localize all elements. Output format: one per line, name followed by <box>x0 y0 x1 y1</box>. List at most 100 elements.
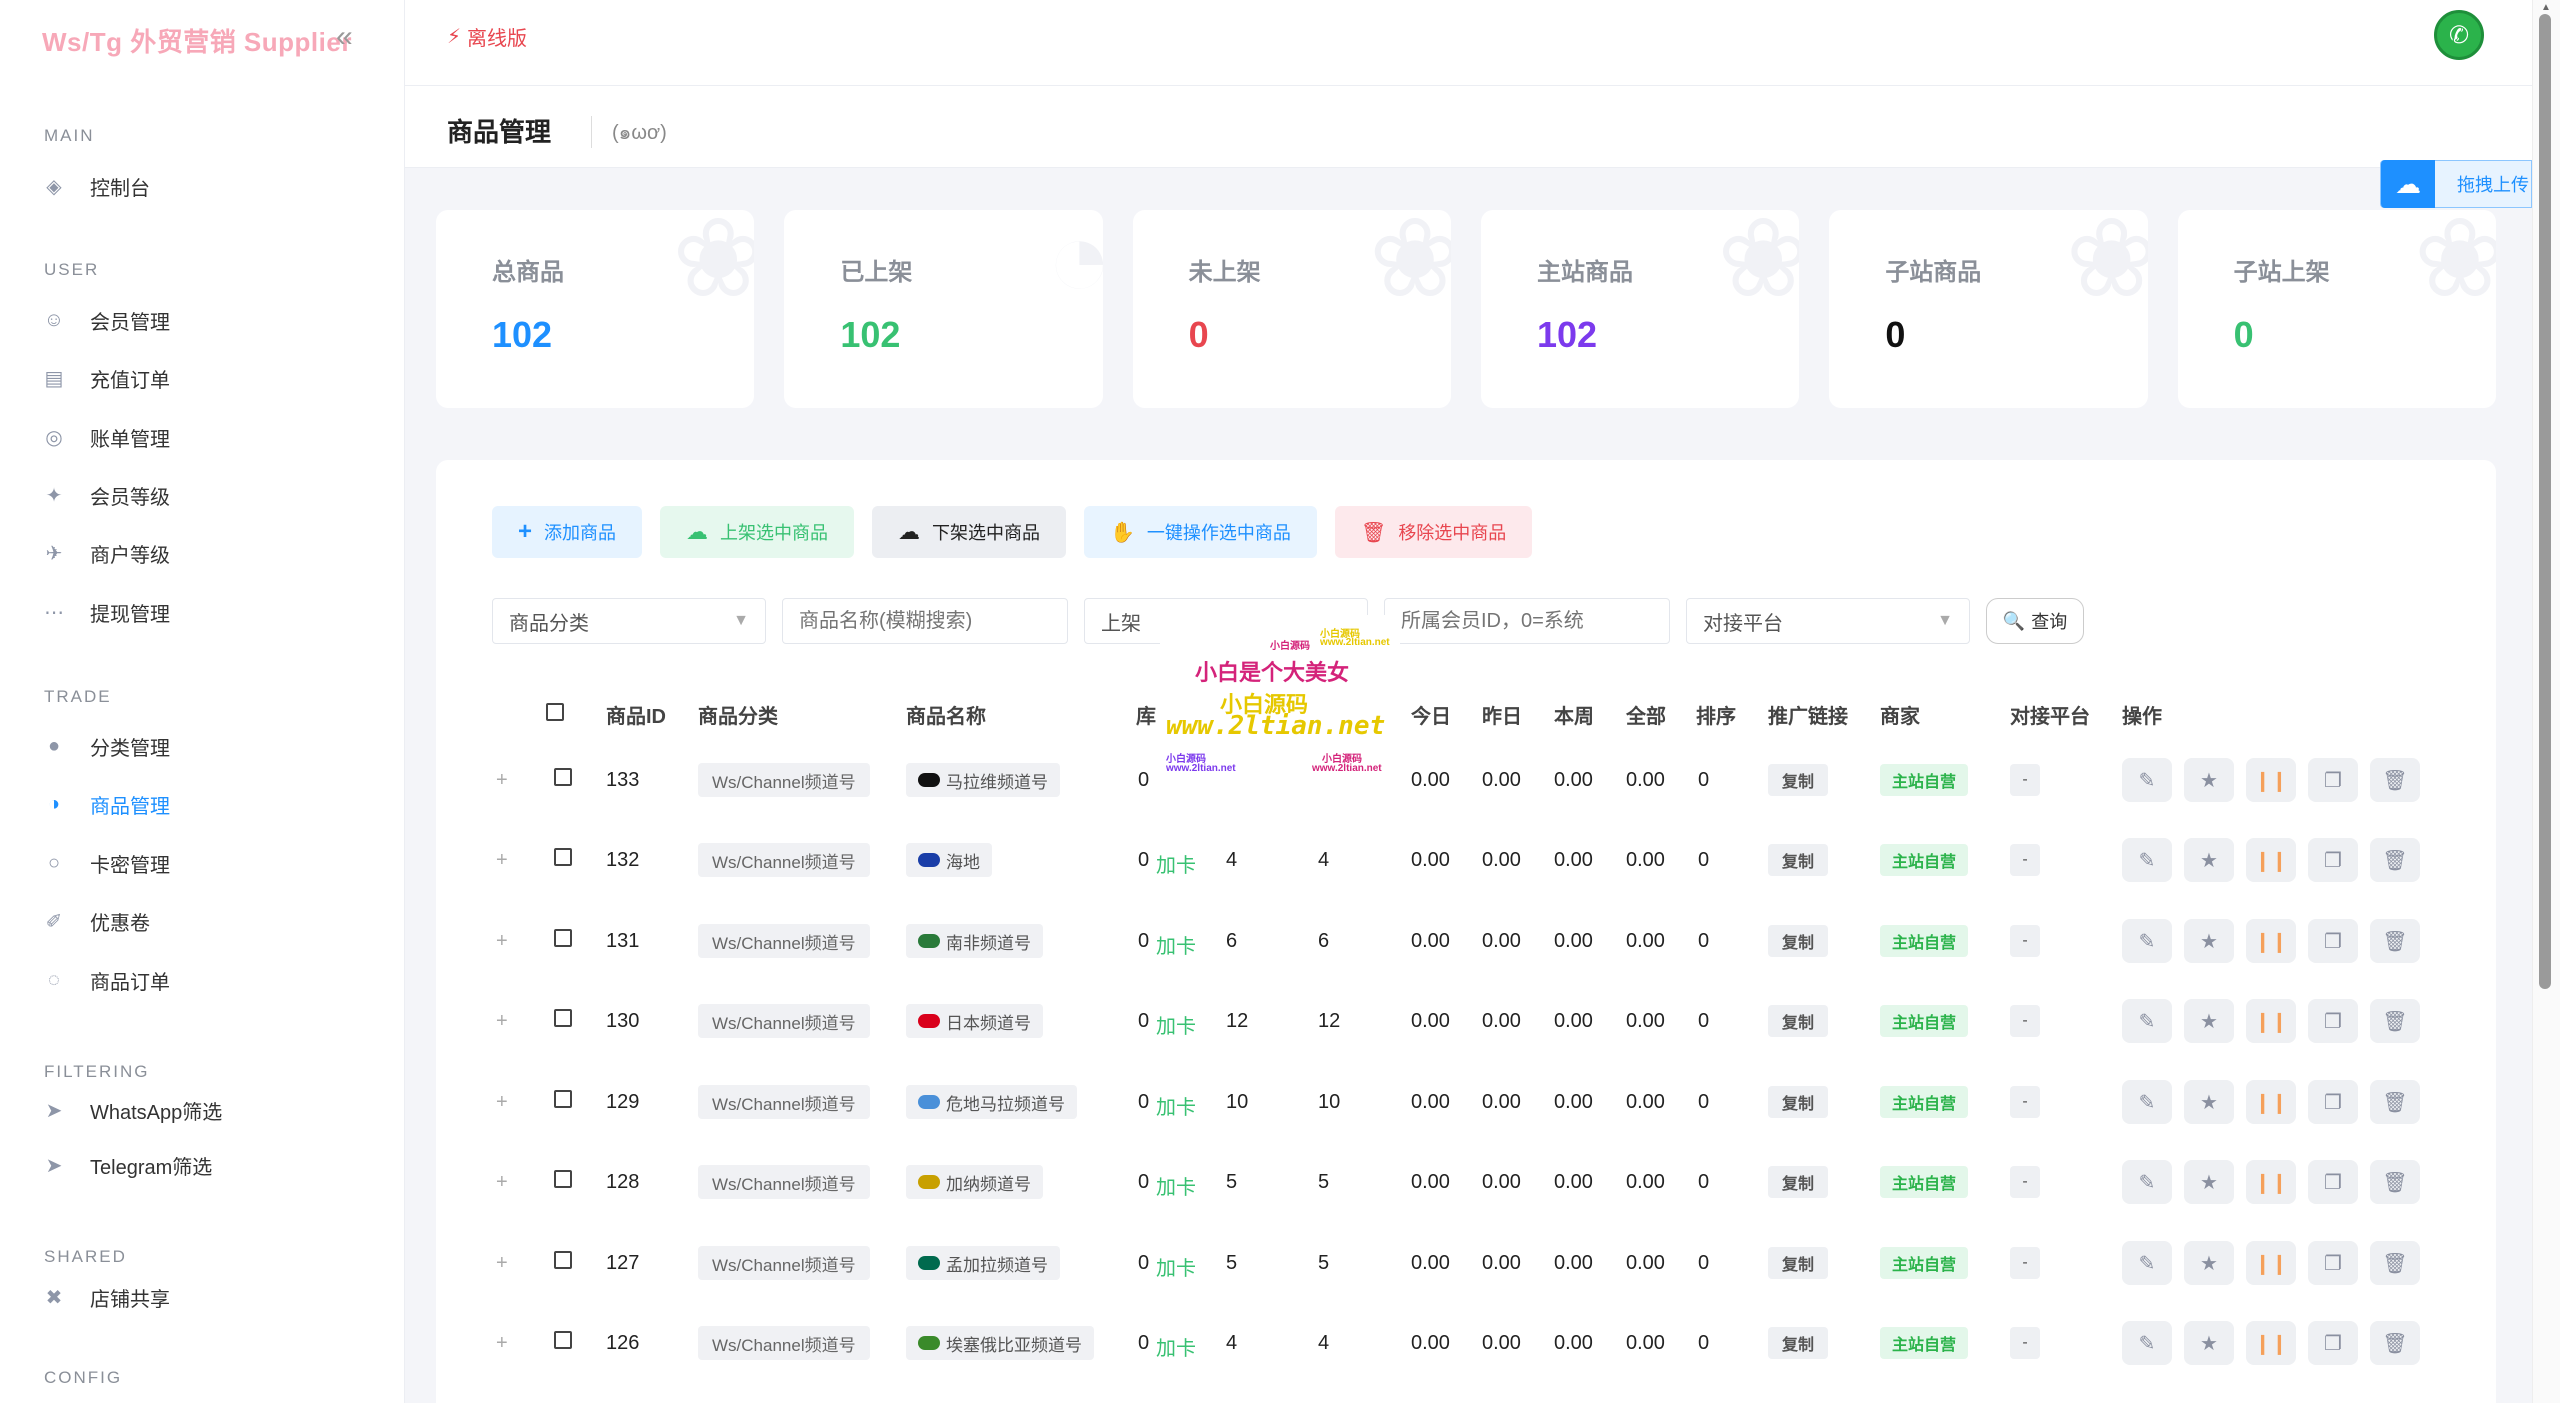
delete-button[interactable]: 🗑 <box>2370 1080 2420 1124</box>
sidebar-item[interactable]: ☺ 会员管理 <box>42 300 170 340</box>
pause-button[interactable]: ❙❙ <box>2246 919 2296 963</box>
delete-button[interactable]: 🗑 <box>2370 1160 2420 1204</box>
sidebar-item[interactable]: ➤ WhatsApp筛选 <box>42 1090 223 1130</box>
select-all-checkbox[interactable] <box>546 703 564 721</box>
add-card-link[interactable]: 加卡 <box>1156 1171 1196 1200</box>
copy-link-button[interactable]: 复制 <box>1768 1166 1828 1198</box>
copy-button[interactable]: ❐ <box>2308 919 2358 963</box>
star-button[interactable]: ★ <box>2184 838 2234 882</box>
pause-button[interactable]: ❙❙ <box>2246 1241 2296 1285</box>
shelve-selected-button[interactable]: ☁ 上架选中商品 <box>660 506 855 558</box>
edit-button[interactable]: ✎ <box>2122 999 2172 1043</box>
pause-button[interactable]: ❙❙ <box>2246 1080 2296 1124</box>
sidebar-item[interactable]: ◑ 商品管理 <box>42 784 170 824</box>
sidebar-item[interactable]: ○ 卡密管理 <box>42 843 170 883</box>
row-checkbox[interactable] <box>554 768 572 786</box>
copy-button[interactable]: ❐ <box>2308 999 2358 1043</box>
expand-row-icon[interactable]: + <box>496 1332 508 1355</box>
remove-selected-button[interactable]: 🗑 移除选中商品 <box>1334 506 1533 558</box>
platform-select[interactable]: 对接平台 ▼ <box>1686 598 1970 644</box>
row-checkbox[interactable] <box>554 929 572 947</box>
pause-button[interactable]: ❙❙ <box>2246 838 2296 882</box>
star-button[interactable]: ★ <box>2184 919 2234 963</box>
add-card-link[interactable]: 加卡 <box>1156 1252 1196 1281</box>
row-checkbox[interactable] <box>554 1331 572 1349</box>
sidebar-item[interactable]: ✐ 优惠卷 <box>42 901 150 941</box>
pause-button[interactable]: ❙❙ <box>2246 758 2296 802</box>
copy-link-button[interactable]: 复制 <box>1768 764 1828 796</box>
edit-button[interactable]: ✎ <box>2122 1241 2172 1285</box>
copy-button[interactable]: ❐ <box>2308 1321 2358 1365</box>
row-checkbox[interactable] <box>554 848 572 866</box>
sidebar-item[interactable]: ▤ 充值订单 <box>42 358 170 398</box>
copy-link-button[interactable]: 复制 <box>1768 925 1828 957</box>
offline-badge[interactable]: ⚡ 离线版 <box>447 22 527 51</box>
vertical-scrollbar[interactable]: ▲ <box>2532 0 2560 1403</box>
copy-link-button[interactable]: 复制 <box>1768 1005 1828 1037</box>
sidebar-item[interactable]: ● 分类管理 <box>42 726 170 766</box>
star-button[interactable]: ★ <box>2184 1321 2234 1365</box>
row-checkbox[interactable] <box>554 1170 572 1188</box>
copy-button[interactable]: ❐ <box>2308 838 2358 882</box>
add-card-link[interactable]: 加卡 <box>1156 1010 1196 1039</box>
row-checkbox[interactable] <box>554 1009 572 1027</box>
edit-button[interactable]: ✎ <box>2122 1321 2172 1365</box>
sidebar-item[interactable]: ✦ 会员等级 <box>42 475 170 515</box>
edit-button[interactable]: ✎ <box>2122 758 2172 802</box>
sidebar-item[interactable]: ◎ 账单管理 <box>42 417 170 457</box>
expand-row-icon[interactable]: + <box>496 930 508 953</box>
scrollbar-thumb[interactable] <box>2539 14 2551 989</box>
status-select[interactable]: 上架 <box>1084 598 1368 644</box>
star-button[interactable]: ★ <box>2184 1241 2234 1285</box>
avatar[interactable]: ✆ <box>2434 10 2484 60</box>
delete-button[interactable]: 🗑 <box>2370 758 2420 802</box>
category-select[interactable]: 商品分类 ▼ <box>492 598 766 644</box>
row-checkbox[interactable] <box>554 1251 572 1269</box>
scroll-up-icon[interactable]: ▲ <box>2541 2 2551 13</box>
sidebar-item[interactable]: ✈ 商户等级 <box>42 533 170 573</box>
copy-button[interactable]: ❐ <box>2308 1160 2358 1204</box>
expand-row-icon[interactable]: + <box>496 1091 508 1114</box>
sidebar-item[interactable]: ✖ 店铺共享 <box>42 1277 170 1317</box>
expand-row-icon[interactable]: + <box>496 1010 508 1033</box>
expand-row-icon[interactable]: + <box>496 769 508 792</box>
add-card-link[interactable]: 加卡 <box>1156 930 1196 959</box>
edit-button[interactable]: ✎ <box>2122 919 2172 963</box>
copy-link-button[interactable]: 复制 <box>1768 844 1828 876</box>
expand-row-icon[interactable]: + <box>496 849 508 872</box>
pause-button[interactable]: ❙❙ <box>2246 1321 2296 1365</box>
batch-operate-button[interactable]: ✋ 一键操作选中商品 <box>1084 506 1317 558</box>
copy-link-button[interactable]: 复制 <box>1768 1247 1828 1279</box>
sidebar-item[interactable]: ◈ 控制台 <box>42 166 150 206</box>
expand-row-icon[interactable]: + <box>496 1171 508 1194</box>
sidebar-item[interactable]: ⋯ 提现管理 <box>42 592 170 632</box>
edit-button[interactable]: ✎ <box>2122 1160 2172 1204</box>
expand-row-icon[interactable]: + <box>496 1252 508 1275</box>
delete-button[interactable]: 🗑 <box>2370 919 2420 963</box>
add-card-link[interactable]: 加卡 <box>1156 1332 1196 1361</box>
delete-button[interactable]: 🗑 <box>2370 999 2420 1043</box>
add-card-link[interactable]: 加卡 <box>1156 849 1196 878</box>
star-button[interactable]: ★ <box>2184 1080 2234 1124</box>
pause-button[interactable]: ❙❙ <box>2246 1160 2296 1204</box>
sidebar-item[interactable]: ◌ 商品订单 <box>42 960 170 1000</box>
query-button[interactable]: 🔍 查询 <box>1986 598 2084 644</box>
pause-button[interactable]: ❙❙ <box>2246 999 2296 1043</box>
copy-button[interactable]: ❐ <box>2308 1241 2358 1285</box>
copy-button[interactable]: ❐ <box>2308 1080 2358 1124</box>
star-button[interactable]: ★ <box>2184 999 2234 1043</box>
edit-button[interactable]: ✎ <box>2122 1080 2172 1124</box>
delete-button[interactable]: 🗑 <box>2370 1321 2420 1365</box>
copy-link-button[interactable]: 复制 <box>1768 1086 1828 1118</box>
collapse-sidebar-icon[interactable]: « <box>336 22 353 52</box>
edit-button[interactable]: ✎ <box>2122 838 2172 882</box>
goods-name-input[interactable] <box>782 598 1068 644</box>
member-id-input[interactable] <box>1384 598 1670 644</box>
copy-button[interactable]: ❐ <box>2308 758 2358 802</box>
drag-upload-button[interactable]: ☁ 拖拽上传 <box>2380 160 2532 208</box>
unshelve-selected-button[interactable]: ☁ 下架选中商品 <box>872 506 1067 558</box>
row-checkbox[interactable] <box>554 1090 572 1108</box>
add-goods-button[interactable]: + 添加商品 <box>492 506 643 558</box>
delete-button[interactable]: 🗑 <box>2370 838 2420 882</box>
delete-button[interactable]: 🗑 <box>2370 1241 2420 1285</box>
